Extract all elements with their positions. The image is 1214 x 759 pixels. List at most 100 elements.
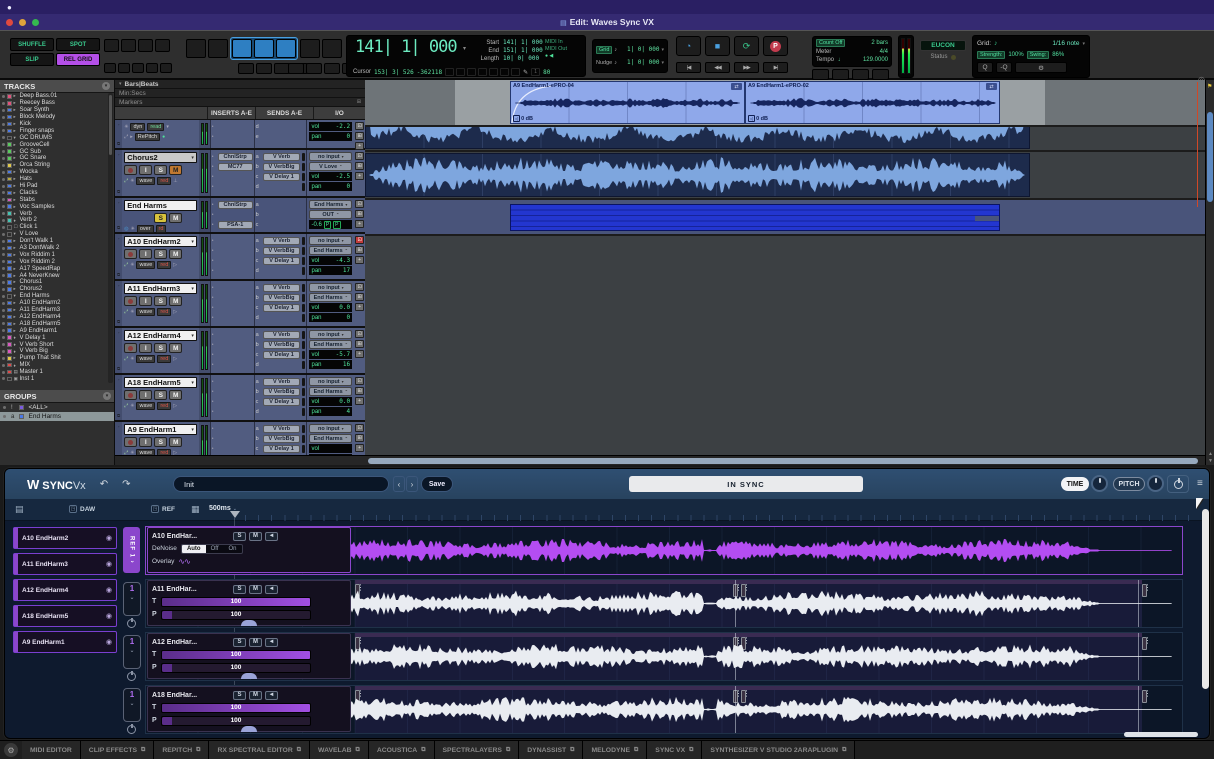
track-list-item[interactable]: ♦ V Verb Short: [0, 341, 108, 348]
bottom-tab[interactable]: DYNASSIST⧉: [519, 741, 583, 759]
counter-dropdown-icon[interactable]: ▾: [463, 45, 466, 52]
fast-forward-button[interactable]: ▶▶: [734, 62, 759, 73]
track-name-plate[interactable]: End Harms: [124, 200, 197, 211]
track-list-item[interactable]: ♦ Verb 2: [0, 217, 108, 224]
time-sync-slider[interactable]: 100: [161, 650, 311, 660]
track-list-item[interactable]: ▸ Pump That Shit: [0, 355, 108, 362]
track-list-item[interactable]: ▸ Chorus1: [0, 279, 108, 286]
pencil-icon[interactable]: ✎: [523, 69, 528, 76]
input-monitor-button[interactable]: I: [139, 343, 152, 353]
send-slot[interactable]: d: [256, 407, 306, 416]
track-list-item[interactable]: ▸ A17 SpeedRap: [0, 265, 108, 272]
previous-preset-button[interactable]: ‹: [393, 476, 405, 492]
send-slot[interactable]: bV VerbBig: [256, 246, 306, 255]
bottom-tab[interactable]: WAVELAB⧉: [310, 741, 369, 759]
add-lane-icon[interactable]: +: [355, 444, 364, 452]
input-monitor-button[interactable]: I: [139, 390, 152, 400]
card-expand-handle[interactable]: [241, 620, 257, 626]
track-list-item[interactable]: ▸ A3 DontWalk 2: [0, 245, 108, 252]
automation-mode-button[interactable]: rd: [156, 225, 167, 233]
insert-slot[interactable]: •ChnlStrp: [212, 200, 253, 209]
track-list-item[interactable]: ▸ Don't Walk 1: [0, 238, 108, 245]
send-slot[interactable]: cV Delay 1: [256, 350, 306, 359]
folder-clip-summary[interactable]: [510, 204, 1000, 231]
mute-button[interactable]: M: [169, 213, 182, 223]
status-indicator[interactable]: [467, 68, 476, 76]
input-selector[interactable]: no input▾: [309, 283, 352, 292]
send-slot[interactable]: d: [256, 360, 306, 369]
send-slot[interactable]: bV VerbBig: [256, 340, 306, 349]
view-selector[interactable]: wave: [136, 261, 155, 269]
track-list-item[interactable]: ▸ Voc Samples: [0, 203, 108, 210]
status-indicator[interactable]: [445, 68, 454, 76]
track-name-plate[interactable]: A11 EndHarm3▾: [124, 283, 197, 294]
insert-slot[interactable]: •: [212, 172, 253, 181]
add-lane-icon[interactable]: +: [355, 220, 364, 228]
settings-gear-icon[interactable]: ⚙: [1015, 62, 1067, 73]
bottom-tab[interactable]: MIDI EDITOR: [22, 741, 81, 759]
unquantize-button[interactable]: -Q: [996, 62, 1012, 73]
mute-button[interactable]: M: [249, 585, 262, 594]
audio-clip[interactable]: [365, 153, 1030, 197]
bottom-tab[interactable]: SYNTHESIZER V STUDIO 2ARAPLUGIN⧉: [702, 741, 855, 759]
send-slot[interactable]: cV Delay 1: [256, 303, 306, 312]
send-slot[interactable]: bV VerbBig: [256, 387, 306, 396]
mute-button[interactable]: M: [249, 638, 262, 647]
track-list-item[interactable]: ▸ Hats: [0, 176, 108, 183]
output-selector[interactable]: End Harms⌃: [309, 340, 352, 349]
return-to-zero-button[interactable]: |◀: [676, 62, 701, 73]
group-number-selector[interactable]: 1⌄: [123, 688, 141, 722]
automation-mode-button[interactable]: read: [147, 123, 164, 131]
mute-button[interactable]: M: [249, 532, 262, 541]
track-list-item[interactable]: ▸ Vox Riddim 1: [0, 251, 108, 258]
output-selector[interactable]: End Harms⌃: [309, 434, 352, 443]
playlist-icon[interactable]: ⊡: [355, 283, 364, 291]
input-selector[interactable]: no input▾: [309, 330, 352, 339]
track-list-item[interactable]: ▸ Wocka: [0, 169, 108, 176]
power-icon[interactable]: [127, 672, 136, 681]
group-item[interactable]: aEnd Harms: [0, 412, 115, 421]
automation-mode-button[interactable]: red: [157, 355, 171, 363]
monitor-speaker-icon[interactable]: ◄: [265, 585, 278, 594]
selection-start[interactable]: 141| 1| 000: [503, 39, 543, 47]
solo-button[interactable]: S: [233, 638, 246, 647]
record-button[interactable]: P: [763, 36, 788, 56]
gear-icon[interactable]: ⚙: [4, 743, 18, 757]
layer-select[interactable]: 1: [531, 68, 540, 76]
track-list-item[interactable]: ▸ Soar Synth: [0, 107, 108, 114]
plugin-menu-icon[interactable]: ≡: [1197, 478, 1203, 489]
insert-slot[interactable]: •MC77: [212, 162, 253, 171]
volume-value[interactable]: 0.0: [339, 304, 350, 311]
record-enable-button[interactable]: [124, 390, 137, 400]
card-expand-handle[interactable]: [241, 673, 257, 679]
eye-icon[interactable]: ◉: [106, 586, 112, 594]
strength-value[interactable]: 100%: [1008, 52, 1023, 58]
syncvx-track-chip[interactable]: A11 EndHarm3◉: [13, 553, 117, 575]
track-list-item[interactable]: ▸ GrooveCell: [0, 141, 108, 148]
volume-value[interactable]: -5.7: [336, 351, 350, 358]
monitor-speaker-icon[interactable]: ◄: [265, 691, 278, 700]
insert-slot[interactable]: •ChnlStrp: [212, 152, 253, 161]
track-list-item[interactable]: ♦ V Verb Big: [0, 348, 108, 355]
spot-mode-button[interactable]: SPOT: [56, 38, 100, 51]
automation-mode-button[interactable]: red: [157, 177, 171, 185]
solo-button[interactable]: S: [154, 165, 167, 175]
zoom-preset-button[interactable]: [132, 63, 144, 73]
go-to-end-button[interactable]: ▶|: [763, 62, 788, 73]
track-list-item[interactable]: ▸ A4 NeverKnew: [0, 272, 108, 279]
track-list-item[interactable]: ▸ Chorus2: [0, 286, 108, 293]
send-slot[interactable]: d: [256, 313, 306, 322]
bottom-tab[interactable]: CLIP EFFECTS⧉: [81, 741, 155, 759]
insert-slot[interactable]: •PSA-1: [212, 220, 253, 229]
playlist-icon[interactable]: ⊡: [355, 152, 364, 160]
track-list-item[interactable]: ▸ Stabs: [0, 196, 108, 203]
monitor-speaker-icon[interactable]: ◄: [265, 638, 278, 647]
mute-button[interactable]: M: [169, 296, 182, 306]
input-selector[interactable]: no input▾: [309, 377, 352, 386]
tempo-value[interactable]: 129.0000: [863, 57, 888, 63]
bottom-tab[interactable]: MELODYNE⧉: [583, 741, 647, 759]
output-selector[interactable]: End Harms⌃: [309, 246, 352, 255]
ruler-label-secs[interactable]: Min:Secs: [115, 89, 365, 98]
send-slot[interactable]: d: [256, 266, 306, 275]
tracks-menu-icon[interactable]: ▾: [102, 82, 110, 90]
